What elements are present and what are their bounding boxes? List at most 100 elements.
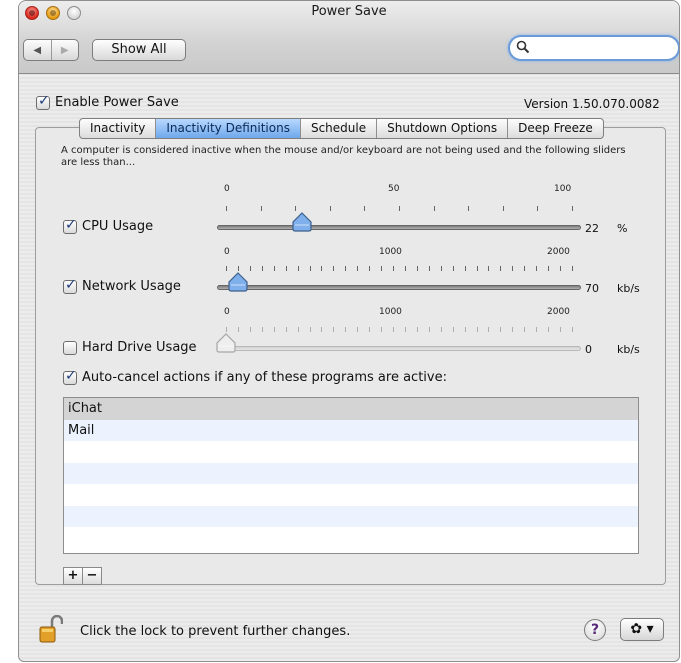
harddrive-scale-max: 2000 [547, 307, 570, 317]
slider-tick [560, 266, 562, 271]
slider-tick [416, 266, 418, 271]
tab-inactivity-definitions[interactable]: Inactivity Definitions [155, 119, 300, 138]
slider-tick [393, 266, 395, 271]
enable-power-save-checkbox[interactable]: ✓ [36, 93, 50, 110]
list-item[interactable]: Mail [64, 419, 638, 441]
slider-tick [249, 327, 251, 332]
tab-deep-freeze[interactable]: Deep Freeze [507, 119, 603, 138]
slider-tick [393, 327, 395, 332]
slider-tick [440, 327, 442, 332]
harddrive-scale-mid: 1000 [379, 307, 402, 317]
cpu-scale-max: 100 [554, 184, 572, 194]
help-button[interactable]: ? [584, 619, 606, 641]
slider-tick [440, 266, 442, 271]
gear-icon: ✿ ▾ [630, 621, 654, 637]
slider-tick [572, 206, 573, 211]
hard-drive-usage-label: Hard Drive Usage [82, 340, 197, 355]
slider-tick [476, 266, 478, 271]
slider-tick [273, 266, 275, 271]
harddrive-ticks [226, 327, 573, 333]
auto-cancel-checkbox[interactable]: ✓ [63, 368, 77, 385]
list-item[interactable]: iChat [64, 398, 638, 420]
slider-tick [297, 327, 299, 332]
slider-thumb-shape [216, 333, 236, 353]
tab-inactivity[interactable]: Inactivity [80, 119, 155, 138]
tab-shutdown-options[interactable]: Shutdown Options [376, 119, 507, 138]
back-arrow-icon: ◀ [33, 44, 42, 56]
slider-tick [572, 327, 573, 332]
slider-tick [321, 327, 323, 332]
cpu-unit: % [617, 222, 628, 235]
slider-tick [560, 327, 562, 332]
slider-tick [476, 327, 478, 332]
slider-tick [261, 266, 263, 271]
slider-tick [285, 327, 287, 332]
action-menu-button[interactable]: ✿ ▾ [620, 618, 664, 641]
network-scale-max: 2000 [547, 247, 570, 257]
search-field[interactable] [508, 35, 679, 61]
search-input[interactable] [534, 39, 670, 57]
harddrive-unit: kb/s [617, 343, 640, 356]
programs-list: iChat Mail [63, 397, 639, 554]
show-all-button[interactable]: Show All [92, 39, 186, 61]
network-scale-mid: 1000 [379, 247, 402, 257]
slider-tick [333, 327, 335, 332]
slider-tick [369, 266, 371, 271]
slider-tick [226, 266, 227, 271]
list-item [64, 484, 638, 506]
back-button[interactable]: ◀ [24, 40, 51, 60]
slider-tick [329, 206, 331, 211]
slider-tick [548, 266, 550, 271]
slider-tick [260, 206, 262, 211]
tab-bar: Inactivity Inactivity Definitions Schedu… [79, 118, 604, 139]
network-usage-checkbox[interactable]: ✓ [63, 277, 77, 294]
auto-cancel-label: Auto-cancel actions if any of these prog… [82, 370, 447, 385]
slider-tick [333, 266, 335, 271]
slider-tick [512, 327, 514, 332]
slider-thumb-shape [228, 272, 248, 292]
slider-tick [249, 266, 251, 271]
slider-tick [345, 327, 347, 332]
tab-schedule[interactable]: Schedule [299, 119, 376, 138]
cpu-value: 22 [585, 222, 599, 235]
remove-program-button[interactable]: − [82, 567, 102, 585]
slider-tick [285, 266, 287, 271]
list-item [64, 527, 638, 549]
slider-tick [428, 266, 430, 271]
slider-tick [261, 327, 263, 332]
slider-tick [537, 206, 539, 211]
network-ticks [226, 266, 573, 272]
cpu-slider-track[interactable] [217, 225, 581, 230]
lock-icon[interactable] [39, 614, 64, 643]
harddrive-slider-track[interactable] [217, 346, 581, 351]
checkmark-icon: ✓ [65, 217, 77, 233]
search-icon [516, 40, 530, 58]
slider-tick [433, 206, 435, 211]
slider-tick [416, 327, 418, 332]
slider-tick [297, 266, 299, 271]
cpu-usage-checkbox[interactable]: ✓ [63, 217, 77, 234]
slider-tick [381, 327, 383, 332]
forward-button[interactable]: ▶ [50, 40, 79, 60]
slider-tick [512, 266, 514, 271]
cpu-scale-mid: 50 [388, 184, 400, 194]
slider-tick [345, 266, 347, 271]
slider-tick [273, 327, 275, 332]
add-program-button[interactable]: + [63, 567, 83, 585]
slider-tick [404, 266, 406, 271]
slider-tick [536, 266, 538, 271]
cpu-usage-label: CPU Usage [82, 219, 154, 234]
harddrive-scale-min: 0 [224, 307, 230, 317]
network-slider-track[interactable] [217, 285, 581, 290]
slider-tick [500, 266, 502, 271]
slider-tick [500, 327, 502, 332]
cpu-ticks [226, 206, 573, 212]
hard-drive-usage-checkbox[interactable] [63, 341, 77, 355]
slider-tick [488, 327, 490, 332]
slider-tick [464, 266, 466, 271]
checkmark-icon: ✓ [38, 93, 50, 109]
title-bar: Power Save ◀ ▶ Show All [19, 1, 679, 74]
slider-tick [452, 266, 454, 271]
slider-tick [237, 327, 239, 332]
slider-tick [536, 327, 538, 332]
